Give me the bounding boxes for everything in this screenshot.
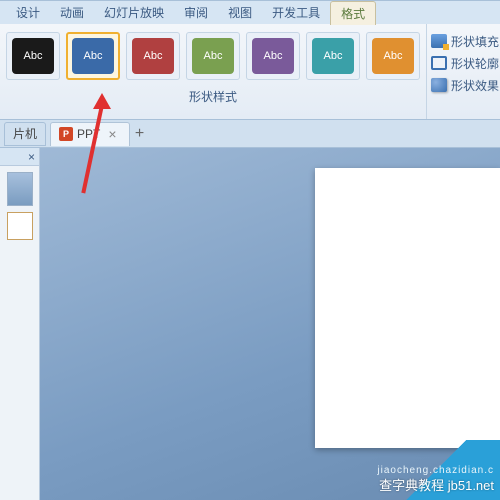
add-tab-button[interactable]: + <box>130 125 150 143</box>
shape-style-5[interactable]: Abc <box>246 32 300 80</box>
tab-slideshow[interactable]: 幻灯片放映 <box>94 1 174 24</box>
swatch-label: Abc <box>324 50 343 62</box>
shape-style-3[interactable]: Abc <box>126 32 180 80</box>
tab-animation[interactable]: 动画 <box>50 1 94 24</box>
shape-style-7[interactable]: Abc <box>366 32 420 80</box>
format-panel: 形状填充 形状轮廓 形状效果 <box>427 24 500 119</box>
swatch-label: Abc <box>144 50 163 62</box>
doc-tab-1[interactable]: 片机 <box>4 122 46 146</box>
ppt-icon: P <box>59 127 73 141</box>
document-tabs: 片机 P PPT × + <box>0 120 500 148</box>
ribbon-body: Abc Abc Abc Abc Abc Abc Abc 形状样式 形状填充 形状… <box>0 24 500 120</box>
tab-devtools[interactable]: 开发工具 <box>262 1 330 24</box>
swatch-label: Abc <box>384 50 403 62</box>
effects-icon <box>431 78 447 92</box>
shape-style-4[interactable]: Abc <box>186 32 240 80</box>
doc-tab-ppt[interactable]: P PPT × <box>50 122 130 146</box>
slide-canvas[interactable]: jiaocheng.chazidian.c 查字典教程 jb51.net <box>40 148 500 500</box>
close-tab-button[interactable]: × <box>104 126 120 142</box>
shape-style-group-label: 形状样式 <box>6 86 420 105</box>
shape-outline-button[interactable]: 形状轮廓 <box>431 52 499 74</box>
fill-icon <box>431 34 447 48</box>
shape-effects-button[interactable]: 形状效果 <box>431 74 499 96</box>
shape-fill-button[interactable]: 形状填充 <box>431 30 499 52</box>
shape-style-2[interactable]: Abc <box>66 32 120 80</box>
outline-icon <box>431 56 447 70</box>
thumbnail-pane: × <box>0 148 40 500</box>
shape-style-6[interactable]: Abc <box>306 32 360 80</box>
ribbon-tabs: 设计 动画 幻灯片放映 审阅 视图 开发工具 格式 <box>0 0 500 24</box>
tab-view[interactable]: 视图 <box>218 1 262 24</box>
tab-design[interactable]: 设计 <box>6 1 50 24</box>
slide[interactable] <box>315 168 500 448</box>
watermark-text: 查字典教程 jb51.net <box>379 475 494 494</box>
tab-review[interactable]: 审阅 <box>174 1 218 24</box>
swatch-label: Abc <box>24 50 43 62</box>
workspace: × jiaocheng.chazidian.c 查字典教程 jb51.net <box>0 148 500 500</box>
swatch-label: Abc <box>204 50 223 62</box>
shape-style-gallery: Abc Abc Abc Abc Abc Abc Abc 形状样式 <box>0 24 427 119</box>
swatch-label: Abc <box>264 50 283 62</box>
slide-thumbnail-2[interactable] <box>7 212 33 240</box>
thumbnail-pane-close[interactable]: × <box>0 148 39 166</box>
shape-style-1[interactable]: Abc <box>6 32 60 80</box>
swatch-label: Abc <box>84 50 103 62</box>
slide-thumbnail-1[interactable] <box>7 172 33 206</box>
tab-format[interactable]: 格式 <box>330 1 376 25</box>
